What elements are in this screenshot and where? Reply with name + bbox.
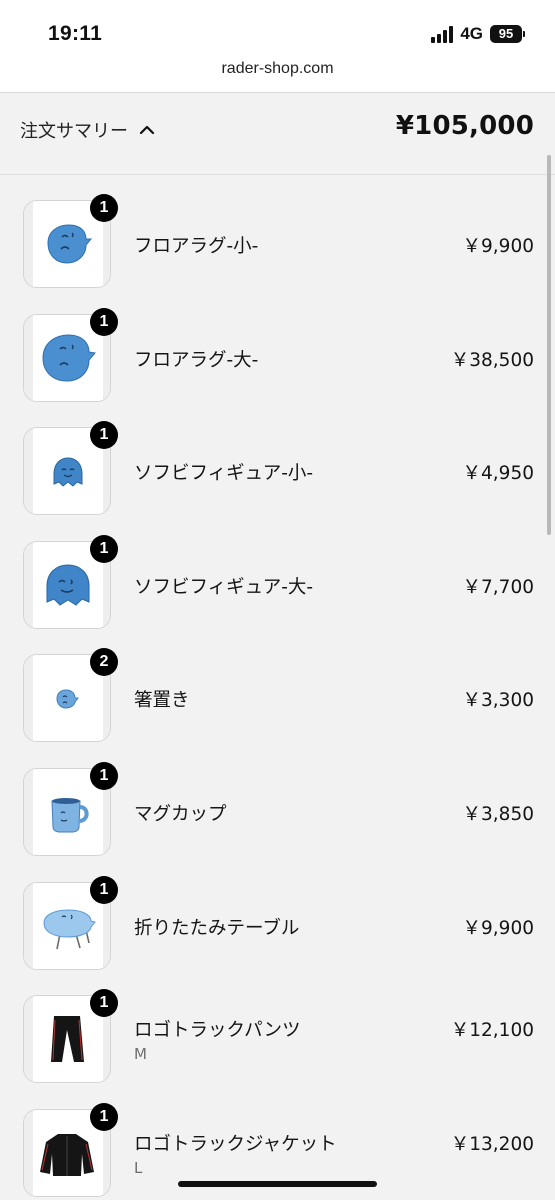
product-thumbnail: 1 bbox=[23, 307, 118, 402]
line-item: 1 ソフビフィギュア-大- ￥7,700 bbox=[0, 516, 555, 630]
order-summary-header[interactable]: 注文サマリー ¥105,000 bbox=[0, 93, 555, 175]
product-thumbnail: 2 bbox=[23, 648, 118, 743]
network-label: 4G bbox=[460, 24, 483, 43]
signal-bars-icon bbox=[431, 25, 454, 43]
line-item: 1 ロゴトラックパンツ M ￥12,100 bbox=[0, 970, 555, 1084]
address-bar[interactable]: rader-shop.com bbox=[0, 56, 555, 93]
line-item-list: 1 フロアラグ-小- ￥9,900 1 フロアラグ-大- ￥38,500 1 ソ… bbox=[0, 175, 555, 1200]
item-price: ￥9,900 bbox=[462, 917, 534, 939]
item-price: ￥3,300 bbox=[462, 690, 534, 712]
line-item: 1 フロアラグ-大- ￥38,500 bbox=[0, 289, 555, 403]
line-item: 1 ソフビフィギュア-小- ￥4,950 bbox=[0, 402, 555, 516]
quantity-badge: 1 bbox=[90, 989, 118, 1018]
checkout-screen: 19:11 4G 95 rader-shop.com 注文サマリー ¥105,0… bbox=[0, 0, 555, 1200]
order-summary-label: 注文サマリー bbox=[20, 121, 128, 142]
item-price: ￥13,200 bbox=[450, 1133, 534, 1155]
item-price: ￥12,100 bbox=[450, 1020, 534, 1042]
battery-level: 95 bbox=[490, 25, 522, 43]
product-thumbnail: 1 bbox=[23, 194, 118, 288]
quantity-badge: 1 bbox=[90, 534, 118, 563]
item-price: ￥38,500 bbox=[450, 349, 534, 371]
item-price: ￥7,700 bbox=[462, 576, 534, 598]
order-summary-toggle[interactable]: 注文サマリー bbox=[20, 117, 156, 143]
status-bar: 19:11 4G 95 bbox=[0, 0, 555, 56]
item-price: ￥3,850 bbox=[462, 804, 534, 825]
status-indicators: 4G 95 bbox=[431, 24, 525, 44]
quantity-badge: 1 bbox=[90, 194, 118, 222]
quantity-badge: 2 bbox=[90, 648, 118, 677]
product-thumbnail: 1 bbox=[23, 534, 118, 629]
product-thumbnail: 1 bbox=[23, 762, 118, 856]
item-name: マグカップ bbox=[134, 804, 227, 825]
product-thumbnail: 1 bbox=[23, 1102, 118, 1197]
product-thumbnail: 1 bbox=[23, 421, 118, 516]
order-total: ¥105,000 bbox=[395, 111, 534, 141]
url-text[interactable]: rader-shop.com bbox=[221, 60, 333, 78]
line-item: 1 マグカップ ￥3,850 bbox=[0, 743, 555, 857]
item-name: 折りたたみテーブル bbox=[134, 917, 300, 939]
battery-icon: 95 bbox=[490, 25, 525, 43]
home-indicator[interactable] bbox=[178, 1181, 377, 1187]
item-name: フロアラグ-小- bbox=[134, 236, 259, 257]
quantity-badge: 1 bbox=[90, 762, 118, 790]
item-price: ￥4,950 bbox=[462, 463, 534, 485]
line-item: 2 箸置き ￥3,300 bbox=[0, 629, 555, 743]
quantity-badge: 1 bbox=[90, 421, 118, 450]
line-item: 1 折りたたみテーブル ￥9,900 bbox=[0, 857, 555, 971]
product-thumbnail: 1 bbox=[23, 875, 118, 970]
quantity-badge: 1 bbox=[90, 875, 118, 904]
scrollbar[interactable] bbox=[547, 155, 551, 535]
quantity-badge: 1 bbox=[90, 307, 118, 336]
product-thumbnail: 1 bbox=[23, 989, 118, 1084]
item-name: 箸置き bbox=[134, 690, 190, 712]
line-item: 1 フロアラグ-小- ￥9,900 bbox=[0, 175, 555, 289]
quantity-badge: 1 bbox=[90, 1102, 118, 1131]
item-name: ソフビフィギュア-大- bbox=[134, 576, 314, 598]
item-variant: M bbox=[134, 1045, 147, 1064]
item-name: ロゴトラックパンツ bbox=[134, 1020, 301, 1042]
item-name: ロゴトラックジャケット bbox=[134, 1133, 337, 1155]
item-variant: L bbox=[134, 1158, 143, 1177]
item-name: フロアラグ-大- bbox=[134, 349, 259, 371]
item-price: ￥9,900 bbox=[462, 236, 534, 257]
item-name: ソフビフィギュア-小- bbox=[134, 463, 314, 485]
status-time: 19:11 bbox=[48, 22, 103, 45]
chevron-up-icon bbox=[139, 125, 155, 135]
